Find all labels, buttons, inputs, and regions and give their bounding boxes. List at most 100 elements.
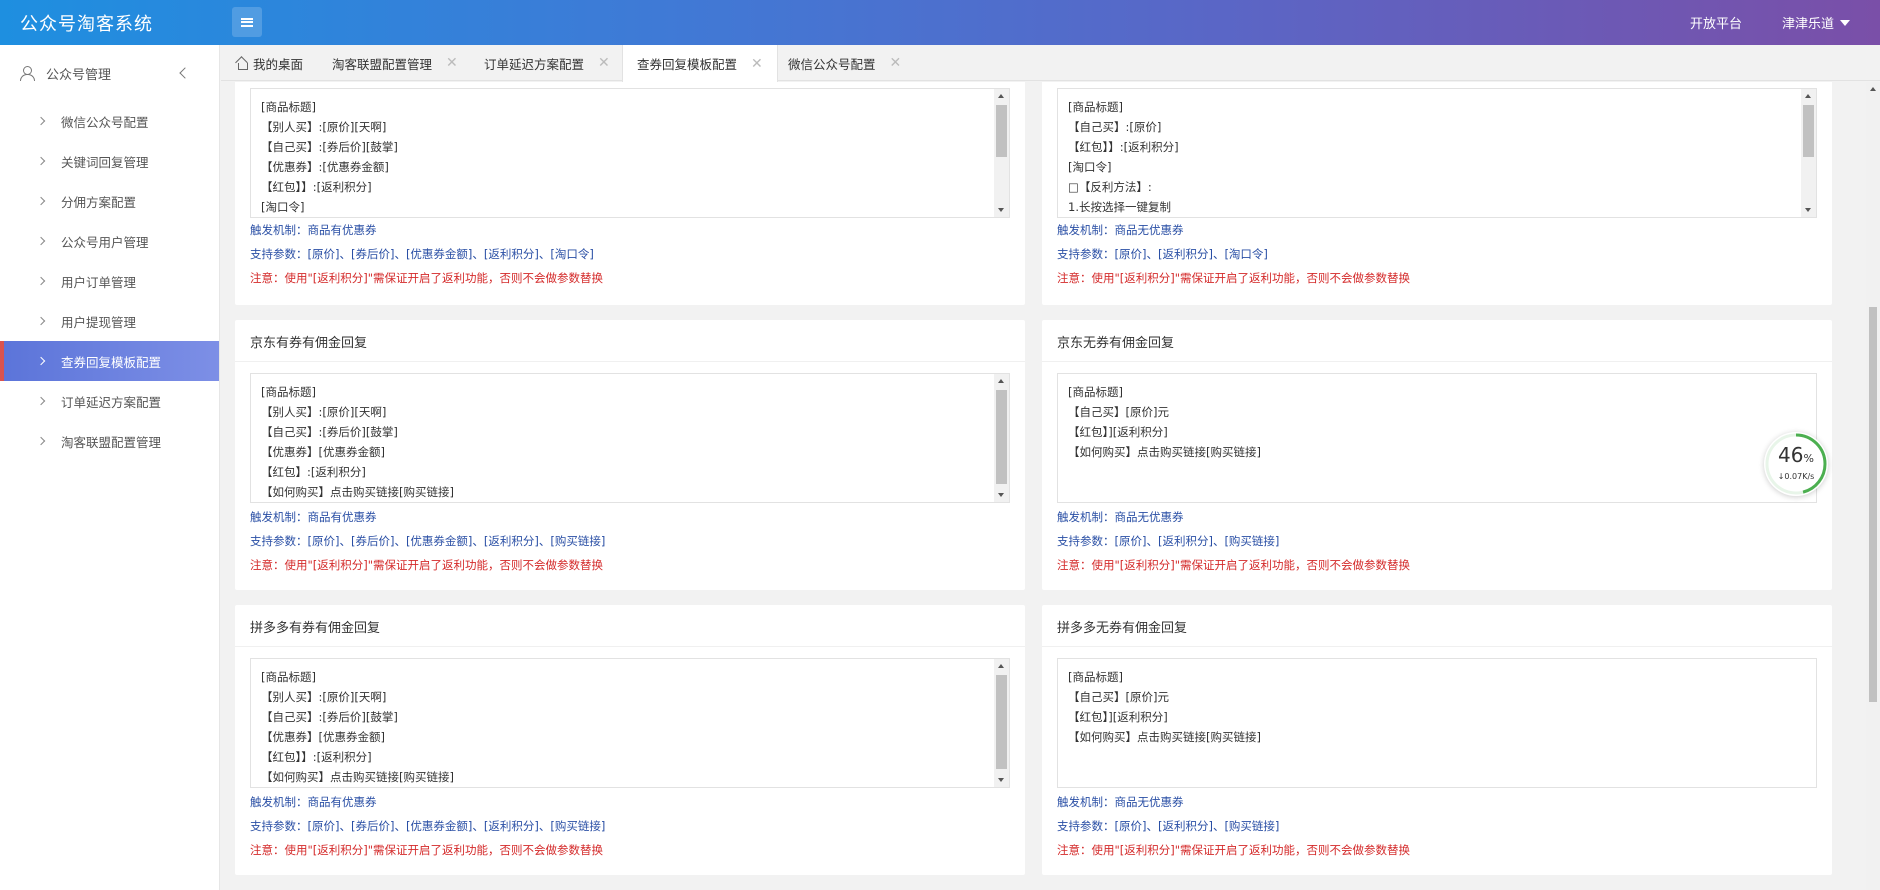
network-speed-widget[interactable]: 46% ↓0.07K/s	[1764, 432, 1828, 496]
sidebar-item-alliance-config[interactable]: 淘客联盟配置管理	[0, 421, 219, 461]
sidebar-group-account[interactable]: 公众号管理	[0, 45, 219, 101]
textarea-scrollbar[interactable]	[994, 89, 1009, 217]
template-line: 【自己买】[原价]元	[1068, 690, 1169, 704]
sidebar-item-label: 用户订单管理	[61, 274, 137, 290]
tab-wechat-config[interactable]: 微信公众号配置 ✕	[788, 45, 901, 81]
username: 津津乐道	[1781, 17, 1834, 32]
template-line: 【如何购买】点击购买链接[购买链接]	[1068, 445, 1261, 459]
template-line: 【别人买】:[原价][天啊]	[261, 690, 387, 704]
template-line: 【红包】:[返利积分]	[261, 465, 366, 479]
chevron-right-icon	[36, 356, 46, 366]
template-textarea[interactable]: [商品标题] 【自己买】:[原价] 【红包】】:[返利积分] [淘口令] □【反…	[1057, 88, 1817, 218]
params-text: 支持参数：[原价]、[券后价]、[优惠券金额]、[返利积分]、[购买链接]	[250, 819, 606, 833]
template-line: 【自己买】:[券后价][鼓掌]	[261, 425, 398, 439]
warning-text: 注意：使用"[返利积分]"需保证开启了返利功能，否则不会做参数替换	[1057, 271, 1411, 285]
chevron-right-icon	[36, 196, 46, 206]
template-textarea[interactable]: [商品标题] 【自己买】[原价]元 【红包】][返利积分] 【如何购买】点击购买…	[1057, 373, 1817, 503]
chevron-right-icon	[36, 436, 46, 446]
template-card: [商品标题] 【别人买】:[原价][天啊] 【自己买】:[券后价][鼓掌] 【优…	[235, 82, 1025, 305]
template-line: 【红包】】:[返利积分]	[261, 180, 372, 194]
close-icon[interactable]: ✕	[890, 55, 902, 71]
template-line: 【如何购买】点击购买链接[购买链接]	[261, 770, 454, 784]
template-line: 【别人买】:[原价][天啊]	[261, 405, 387, 419]
tab-reply-templates[interactable]: 查券回复模板配置 ✕	[622, 45, 778, 82]
chevron-right-icon	[36, 156, 46, 166]
home-icon	[236, 58, 248, 70]
menu-toggle-button[interactable]	[232, 7, 262, 37]
template-line: [商品标题]	[1068, 100, 1123, 114]
chevron-left-icon	[179, 67, 191, 79]
app-logo[interactable]: 公众号淘客系统	[20, 10, 153, 36]
warning-text: 注意：使用"[返利积分]"需保证开启了返利功能，否则不会做参数替换	[1057, 558, 1411, 572]
trigger-text: 触发机制：商品有优惠券	[250, 223, 377, 237]
template-line: 【如何购买】点击购买链接[购买链接]	[1068, 730, 1261, 744]
template-textarea[interactable]: [商品标题] 【别人买】:[原价][天啊] 【自己买】:[券后价][鼓掌] 【优…	[250, 658, 1010, 788]
warning-text: 注意：使用"[返利积分]"需保证开启了返利功能，否则不会做参数替换	[250, 558, 604, 572]
page-scrollbar[interactable]	[1866, 82, 1880, 890]
chevron-right-icon	[36, 396, 46, 406]
open-platform-link[interactable]: 开放平台	[1690, 13, 1742, 32]
sidebar-item-label: 分佣方案配置	[61, 194, 137, 210]
template-card: 京东有券有佣金回复 [商品标题] 【别人买】:[原价][天啊] 【自己买】:[券…	[235, 320, 1025, 590]
template-line: [商品标题]	[261, 385, 316, 399]
warning-text: 注意：使用"[返利积分]"需保证开启了返利功能，否则不会做参数替换	[1057, 843, 1411, 857]
template-line: 【优惠券】[优惠券金额]	[261, 730, 385, 744]
close-icon[interactable]: ✕	[446, 55, 458, 71]
template-line: 【优惠券】[优惠券金额]	[261, 445, 385, 459]
textarea-scrollbar[interactable]	[994, 659, 1009, 787]
sidebar-item-reply-templates[interactable]: 查券回复模板配置	[0, 341, 219, 381]
params-text: 支持参数：[原价]、[返利积分]、[购买链接]	[1057, 819, 1280, 833]
template-line: 【自己买】:[原价]	[1068, 120, 1162, 134]
close-icon[interactable]: ✕	[598, 55, 610, 71]
tab-label: 我的桌面	[253, 56, 304, 72]
trigger-text: 触发机制：商品有优惠券	[250, 795, 377, 809]
sidebar-item-users[interactable]: 公众号用户管理	[0, 221, 219, 261]
template-textarea[interactable]: [商品标题] 【别人买】:[原价][天啊] 【自己买】:[券后价][鼓掌] 【优…	[250, 373, 1010, 503]
textarea-scrollbar[interactable]	[1801, 89, 1816, 217]
sidebar-item-withdrawals[interactable]: 用户提现管理	[0, 301, 219, 341]
trigger-text: 触发机制：商品有优惠券	[250, 510, 377, 524]
params-text: 支持参数：[原价]、[返利积分]、[购买链接]	[1057, 534, 1280, 548]
template-textarea[interactable]: [商品标题] 【自己买】[原价]元 【红包】][返利积分] 【如何购买】点击购买…	[1057, 658, 1817, 788]
caret-down-icon	[1840, 19, 1850, 26]
trigger-text: 触发机制：商品无优惠券	[1057, 223, 1184, 237]
sidebar-item-label: 查券回复模板配置	[61, 354, 162, 370]
tab-order-delay[interactable]: 订单延迟方案配置 ✕	[484, 45, 610, 81]
sidebar-item-wechat-config[interactable]: 微信公众号配置	[0, 101, 219, 141]
scrollbar-thumb[interactable]	[1869, 307, 1877, 702]
textarea-scrollbar[interactable]	[994, 374, 1009, 502]
trigger-text: 触发机制：商品无优惠券	[1057, 510, 1184, 524]
sidebar-item-orders[interactable]: 用户订单管理	[0, 261, 219, 301]
tab-label: 订单延迟方案配置	[484, 56, 585, 72]
card-title: 拼多多有券有佣金回复	[250, 621, 381, 636]
sidebar-item-keyword-reply[interactable]: 关键词回复管理	[0, 141, 219, 181]
template-card: 拼多多无券有佣金回复 [商品标题] 【自己买】[原价]元 【红包】][返利积分]…	[1042, 605, 1832, 875]
speed-rate: ↓0.07K/s	[1777, 472, 1815, 481]
tab-label: 微信公众号配置	[788, 56, 876, 72]
sidebar-item-label: 微信公众号配置	[61, 114, 149, 130]
sidebar-item-order-delay[interactable]: 订单延迟方案配置	[0, 381, 219, 421]
hamburger-icon	[241, 17, 253, 27]
warning-text: 注意：使用"[返利积分]"需保证开启了返利功能，否则不会做参数替换	[250, 843, 604, 857]
user-icon	[20, 66, 35, 81]
template-line: [商品标题]	[1068, 385, 1123, 399]
template-textarea[interactable]: [商品标题] 【别人买】:[原价][天啊] 【自己买】:[券后价][鼓掌] 【优…	[250, 88, 1010, 218]
template-line: 【红包】][返利积分]	[1068, 425, 1168, 439]
tab-alliance-config[interactable]: 淘客联盟配置管理 ✕	[332, 45, 458, 81]
close-icon[interactable]: ✕	[751, 56, 763, 72]
user-menu[interactable]: 津津乐道	[1782, 13, 1850, 32]
tab-home[interactable]: 我的桌面	[236, 45, 303, 81]
header-right: 开放平台 津津乐道	[1690, 0, 1850, 45]
template-line: 【如何购买】点击购买链接[购买链接]	[261, 485, 454, 499]
tab-bar: 我的桌面 淘客联盟配置管理 ✕ 订单延迟方案配置 ✕ 查券回复模板配置 ✕ 微信…	[221, 45, 1880, 82]
scroll-up-icon[interactable]	[1869, 87, 1876, 91]
template-line: [淘口令]	[1068, 160, 1112, 174]
chevron-right-icon	[36, 276, 46, 286]
card-title: 京东有券有佣金回复	[250, 336, 368, 351]
template-line: 【红包】】:[返利积分]	[1068, 140, 1179, 154]
sidebar-item-commission-plan[interactable]: 分佣方案配置	[0, 181, 219, 221]
template-line: 【别人买】:[原价][天啊]	[261, 120, 387, 134]
template-card: [商品标题] 【自己买】:[原价] 【红包】】:[返利积分] [淘口令] □【反…	[1042, 82, 1832, 305]
tab-label: 查券回复模板配置	[637, 57, 738, 72]
params-text: 支持参数：[原价]、[返利积分]、[淘口令]	[1057, 247, 1268, 261]
